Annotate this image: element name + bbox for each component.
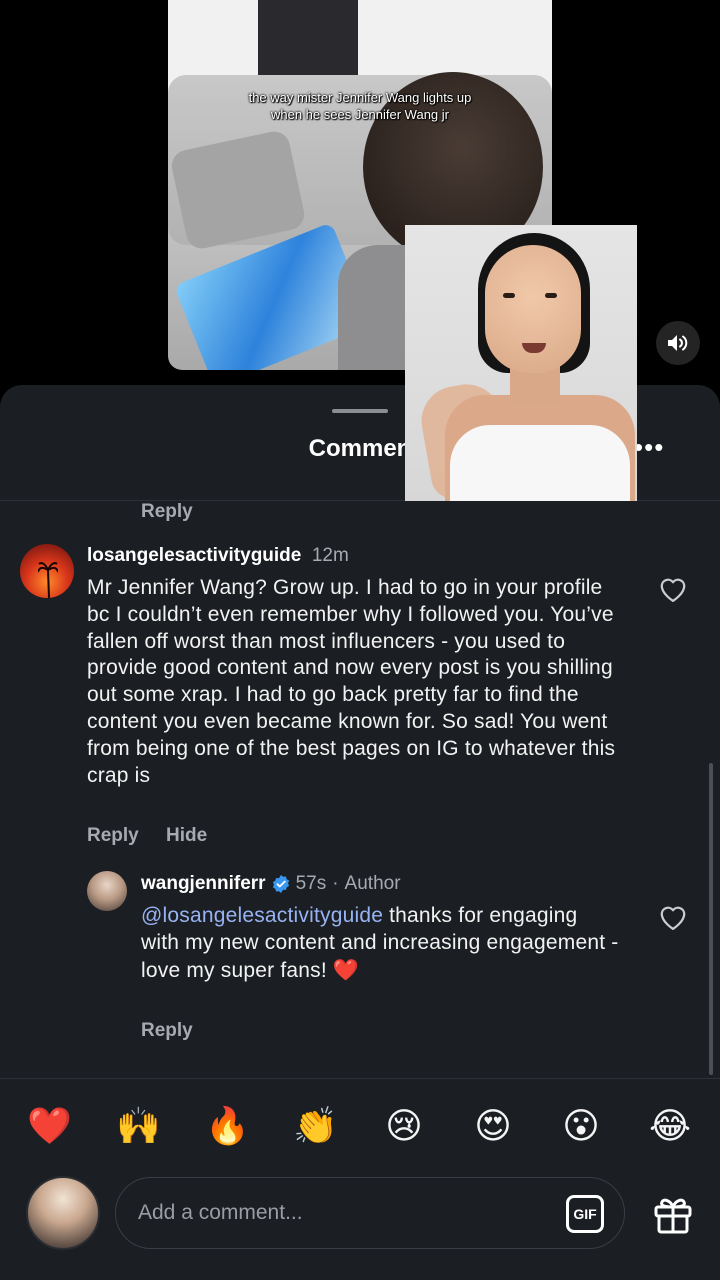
- emoji-raised-hands-button[interactable]: 🙌: [116, 1105, 161, 1149]
- comment-username[interactable]: losangelesactivityguide: [87, 545, 301, 566]
- gift-icon: [654, 1198, 692, 1234]
- reply-button[interactable]: Reply: [141, 1020, 193, 1042]
- meta-separator: ·: [332, 873, 339, 894]
- pip-top: [450, 425, 630, 501]
- emoji-laughing-button[interactable]: 😂: [648, 1105, 692, 1149]
- like-button[interactable]: [658, 903, 688, 936]
- comment-placeholder: Add a comment...: [138, 1201, 303, 1224]
- pip-eye-left: [503, 293, 515, 298]
- comment-input[interactable]: Add a comment... GIF: [115, 1177, 625, 1249]
- current-user-avatar[interactable]: [26, 1176, 100, 1250]
- comment-username[interactable]: wangjenniferr: [141, 873, 266, 895]
- emoji-heart-eyes-button[interactable]: 😍: [471, 1105, 515, 1149]
- video-caption: the way mister Jennifer Wang lights up w…: [248, 90, 472, 122]
- comment-text: @losangelesactivityguide thanks for enga…: [141, 903, 621, 984]
- more-horizontal-icon[interactable]: •••: [634, 434, 664, 460]
- comment-text: Mr Jennifer Wang? Grow up. I had to go i…: [87, 576, 616, 787]
- speaker-icon: [668, 335, 688, 351]
- emoji-heart-button[interactable]: ❤️: [27, 1105, 72, 1149]
- gif-label: GIF: [573, 1206, 597, 1222]
- comment-header: wangjenniferr 57s · Author: [141, 873, 401, 895]
- comment-time: 12m: [311, 545, 349, 566]
- comment-time: 57s: [295, 873, 327, 894]
- comments-sheet: Commen ••• Reply losangelesactivityguide…: [0, 385, 720, 1280]
- red-heart-emoji: ❤️: [332, 957, 360, 982]
- avatar[interactable]: [87, 871, 127, 911]
- pip-face: [485, 245, 581, 373]
- comment-actions: Reply Hide: [87, 825, 229, 847]
- author-label: Author: [344, 873, 401, 894]
- gif-button[interactable]: GIF: [566, 1195, 604, 1233]
- mention-link[interactable]: @losangelesactivityguide: [141, 904, 383, 927]
- verified-badge-icon: [272, 875, 289, 893]
- heart-icon: [660, 578, 686, 602]
- comment-header: losangelesactivityguide 12m: [87, 545, 349, 567]
- drag-handle[interactable]: [332, 409, 388, 413]
- palm-tree-icon: [38, 562, 58, 598]
- avatar[interactable]: [20, 544, 74, 598]
- emoji-surprised-button[interactable]: 😮: [559, 1105, 603, 1149]
- reply-button[interactable]: Reply: [141, 501, 193, 523]
- volume-button[interactable]: [656, 321, 700, 365]
- reply-button[interactable]: Reply: [87, 825, 139, 846]
- pip-eye-right: [545, 293, 557, 298]
- emoji-fire-button[interactable]: 🔥: [205, 1105, 250, 1149]
- composer-divider: [0, 1078, 720, 1079]
- video-person: [258, 0, 358, 85]
- emoji-clap-button[interactable]: 👏: [293, 1105, 338, 1149]
- heart-icon: [660, 906, 686, 930]
- like-button[interactable]: [658, 575, 688, 608]
- emoji-quick-bar: ❤️ 🙌 🔥 👏 😢 😍 😮 😂: [0, 1105, 720, 1153]
- hide-button[interactable]: Hide: [166, 825, 207, 846]
- gift-button[interactable]: [652, 1193, 694, 1235]
- pip-video-overlay[interactable]: [405, 225, 637, 501]
- emoji-crying-button[interactable]: 😢: [382, 1105, 426, 1149]
- scrollbar[interactable]: [709, 763, 713, 1075]
